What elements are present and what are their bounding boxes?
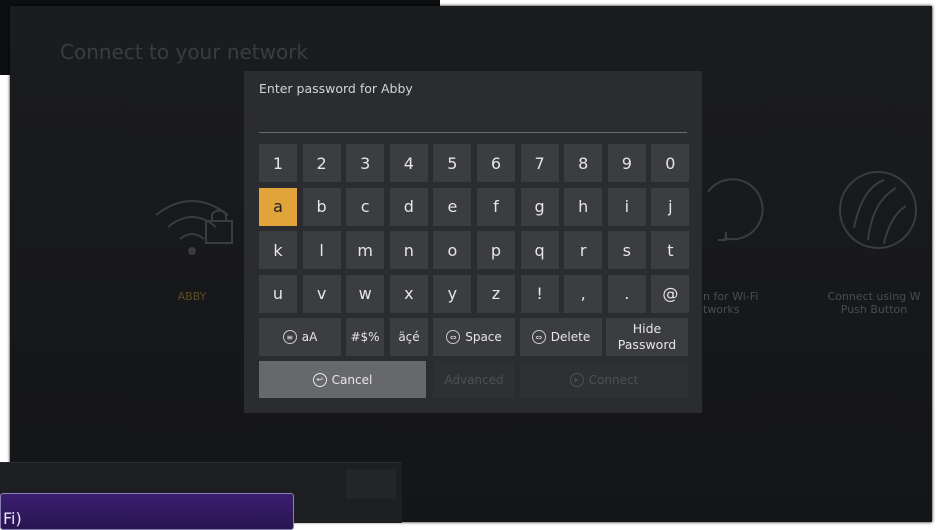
key-char[interactable]: t — [651, 231, 690, 269]
key-char[interactable]: k — [259, 231, 297, 269]
password-dialog: Enter password for Abby 1234567890 abcdef… — [244, 71, 702, 413]
case-toggle-key[interactable]: ≡ aA — [259, 318, 341, 356]
key-char[interactable]: @ — [651, 274, 690, 313]
key-digit[interactable]: 1 — [259, 144, 297, 182]
key-char[interactable]: r — [564, 231, 603, 269]
key-char[interactable]: d — [389, 187, 428, 226]
fast-forward-icon: ⇔ — [446, 330, 461, 344]
cancel-button[interactable]: ↩ Cancel — [259, 361, 426, 398]
accents-key[interactable]: äçé — [390, 318, 428, 356]
key-char[interactable]: l — [302, 231, 341, 269]
menu-button-icon: ≡ — [282, 330, 297, 344]
connect-label: Connect — [588, 372, 639, 387]
key-digit[interactable]: 6 — [477, 144, 515, 182]
cancel-label: Cancel — [331, 372, 373, 387]
key-char[interactable]: . — [607, 274, 646, 313]
key-char[interactable]: u — [259, 274, 297, 313]
symbols-key[interactable]: #$% — [346, 318, 384, 356]
hide-password-label: Hide Password — [617, 321, 677, 352]
key-digit[interactable]: 2 — [302, 144, 341, 182]
back-icon: ↩ — [312, 372, 327, 387]
screen-title: Connect to your network — [60, 40, 309, 64]
password-field[interactable] — [259, 132, 687, 133]
key-char[interactable]: e — [433, 187, 472, 226]
key-char[interactable]: i — [607, 187, 646, 226]
key-char[interactable]: y — [433, 274, 472, 313]
photo-dialog-fragment: Fi) — [0, 493, 294, 530]
rewind-icon: ⇔ — [531, 330, 546, 344]
key-char[interactable]: v — [302, 274, 341, 313]
key-char[interactable]: a — [259, 187, 297, 226]
key-char[interactable]: f — [477, 187, 515, 226]
photo-detail — [346, 469, 396, 499]
photo-overlay-text: Fi) — [3, 509, 22, 528]
key-char[interactable]: o — [433, 231, 472, 269]
key-char[interactable]: c — [346, 187, 385, 226]
dialog-title: Enter password for Abby — [259, 81, 413, 96]
key-digit[interactable]: 3 — [346, 144, 385, 182]
delete-label: Delete — [550, 330, 591, 344]
key-char[interactable]: g — [520, 187, 559, 226]
delete-key[interactable]: ⇔ Delete — [520, 318, 602, 356]
key-char[interactable]: x — [389, 274, 428, 313]
network-label-abby[interactable]: ABBY — [160, 290, 224, 303]
key-digit[interactable]: 5 — [433, 144, 472, 182]
key-char[interactable]: p — [477, 231, 515, 269]
key-char[interactable]: s — [607, 231, 646, 269]
case-toggle-label: aA — [301, 330, 318, 344]
network-label-rescan[interactable]: n for Wi-Fi tworks — [703, 290, 783, 316]
rescan-icon — [707, 178, 764, 241]
key-char[interactable]: z — [477, 274, 515, 313]
key-char[interactable]: m — [346, 231, 385, 269]
key-digit[interactable]: 4 — [389, 144, 428, 182]
key-char[interactable]: h — [564, 187, 603, 226]
space-label: Space — [465, 330, 502, 344]
advanced-button[interactable]: Advanced — [433, 361, 515, 398]
key-digit[interactable]: 8 — [564, 144, 603, 182]
background-photo-bottom: Fi) — [0, 462, 402, 530]
key-char[interactable]: j — [651, 187, 690, 226]
space-key[interactable]: ⇔ Space — [433, 318, 515, 356]
key-digit[interactable]: 7 — [520, 144, 559, 182]
wps-icon — [839, 171, 917, 249]
key-char[interactable]: w — [346, 274, 385, 313]
network-label-wps[interactable]: Connect using W Push Button — [822, 290, 926, 316]
advanced-label: Advanced — [444, 372, 504, 387]
hide-password-key[interactable]: Hide Password — [606, 318, 688, 356]
connect-button[interactable]: ▸ Connect — [520, 361, 688, 398]
key-digit[interactable]: 9 — [607, 144, 646, 182]
key-char[interactable]: n — [389, 231, 428, 269]
play-pause-icon: ▸ — [569, 372, 584, 387]
key-char[interactable]: b — [302, 187, 341, 226]
key-char[interactable]: ! — [520, 274, 559, 313]
key-digit[interactable]: 0 — [651, 144, 690, 182]
wifi-lock-icon — [155, 200, 233, 255]
key-char[interactable]: , — [564, 274, 603, 313]
key-char[interactable]: q — [520, 231, 559, 269]
